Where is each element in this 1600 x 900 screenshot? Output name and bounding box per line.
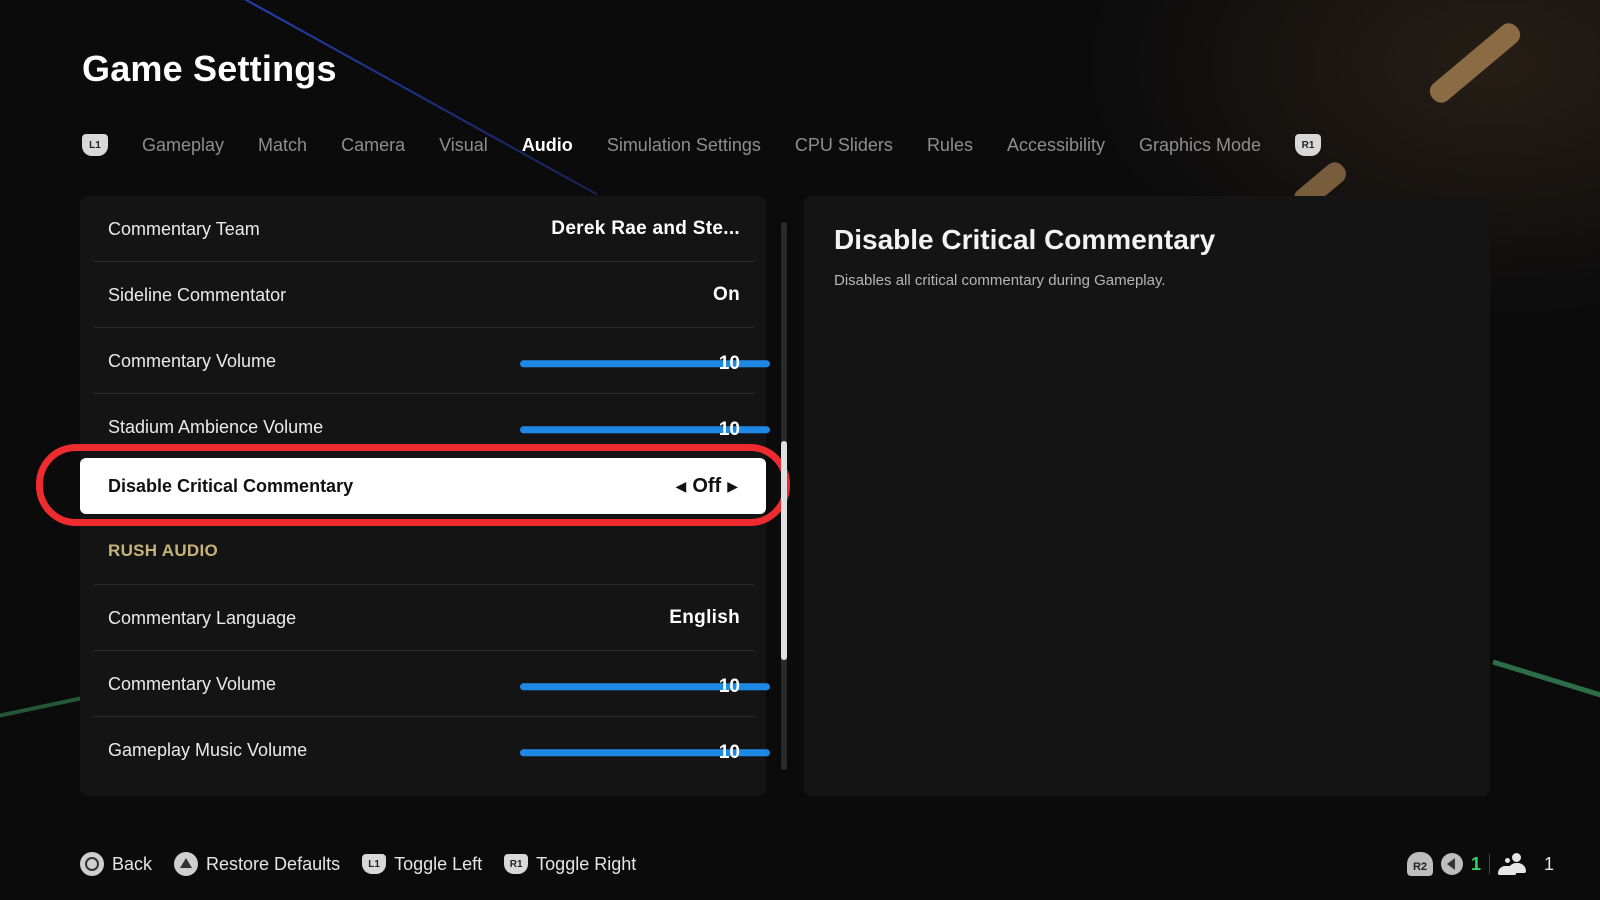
button-hints: Back Restore Defaults L1 Toggle Left R1 … <box>80 852 658 876</box>
slider-value: 10 <box>718 353 740 374</box>
setting-label: Commentary Volume <box>108 350 277 371</box>
setting-row-commentary-volume[interactable]: Commentary Volume 10 <box>94 328 770 394</box>
setting-row-commentary-language[interactable]: Commentary Language English <box>94 585 754 651</box>
voice-count: 1 <box>1470 853 1481 874</box>
settings-tabs: L1 Gameplay Match Camera Visual Audio Si… <box>82 130 1322 160</box>
setting-value: Derek Rae and Ste... <box>551 218 740 239</box>
description-text: Disables all critical commentary during … <box>834 272 1166 289</box>
tab-match[interactable]: Match <box>258 135 307 156</box>
tab-cpu-sliders[interactable]: CPU Sliders <box>795 135 893 156</box>
setting-label: Commentary Volume <box>108 673 277 694</box>
setting-row-stadium-ambience-volume[interactable]: Stadium Ambience Volume 10 <box>94 394 770 460</box>
setting-row-rush-commentary-volume[interactable]: Commentary Volume 10 <box>94 651 770 717</box>
hint-label: Toggle Right <box>536 853 637 874</box>
status-divider <box>1488 854 1490 874</box>
slider-value: 10 <box>718 419 740 440</box>
green-light-streak <box>1492 659 1600 706</box>
toggle-left-hint[interactable]: L1 Toggle Left <box>362 854 482 875</box>
arrow-left-icon[interactable]: ◀ <box>676 478 687 495</box>
hint-label: Restore Defaults <box>206 853 341 874</box>
setting-label: Stadium Ambience Volume <box>108 416 324 437</box>
hint-label: Toggle Left <box>394 853 483 874</box>
triangle-button-icon <box>174 852 199 876</box>
setting-row-commentary-team[interactable]: Commentary Team Derek Rae and Ste... <box>94 196 754 262</box>
setting-label: Gameplay Music Volume <box>108 739 308 760</box>
party-count: 1 <box>1543 853 1554 874</box>
back-hint[interactable]: Back <box>80 852 152 876</box>
setting-value: On <box>713 284 740 305</box>
description-title: Disable Critical Commentary <box>834 224 1216 255</box>
selector-value: Off <box>692 474 722 497</box>
setting-value: English <box>669 607 740 628</box>
tab-simulation-settings[interactable]: Simulation Settings <box>607 135 761 156</box>
setting-label: Commentary Language <box>108 607 297 628</box>
tab-graphics-mode[interactable]: Graphics Mode <box>1139 135 1261 156</box>
tab-camera[interactable]: Camera <box>341 135 405 156</box>
l1-bumper-icon[interactable]: L1 <box>82 134 108 156</box>
l1-button-icon: L1 <box>362 854 387 874</box>
setting-label: Commentary Team <box>108 218 260 239</box>
speaker-icon <box>1440 853 1463 875</box>
tab-visual[interactable]: Visual <box>439 135 488 156</box>
setting-label: Sideline Commentator <box>108 284 287 305</box>
circle-button-icon <box>80 852 104 876</box>
list-scrollbar[interactable] <box>781 222 787 770</box>
description-panel: Disable Critical Commentary Disables all… <box>804 196 1490 796</box>
restore-defaults-hint[interactable]: Restore Defaults <box>174 852 340 876</box>
setting-row-disable-critical-commentary[interactable]: Disable Critical Commentary ◀ Off ▶ <box>36 444 790 526</box>
r2-button-icon: R2 <box>1406 852 1433 876</box>
toggle-right-hint[interactable]: R1 Toggle Right <box>504 854 636 875</box>
setting-row-gameplay-music-volume[interactable]: Gameplay Music Volume 10 <box>94 717 770 783</box>
scrollbar-thumb[interactable] <box>781 441 787 661</box>
page-title: Game Settings <box>82 48 337 89</box>
settings-list: Commentary Team Derek Rae and Ste... Sid… <box>36 196 790 796</box>
slider-value: 10 <box>718 742 740 763</box>
tab-gameplay[interactable]: Gameplay <box>142 135 224 156</box>
slider-value: 10 <box>718 676 740 697</box>
section-header-rush-audio: RUSH AUDIO <box>108 541 219 560</box>
option-selector[interactable]: ◀ Off ▶ <box>676 475 738 498</box>
setting-label: Disable Critical Commentary <box>108 475 354 496</box>
setting-row-sideline-commentator[interactable]: Sideline Commentator On <box>94 262 754 328</box>
party-icon <box>1497 853 1526 875</box>
status-bar: R2 1 1 <box>1406 852 1554 876</box>
r1-bumper-icon[interactable]: R1 <box>1295 134 1322 156</box>
arrow-right-icon[interactable]: ▶ <box>727 478 738 495</box>
tab-audio[interactable]: Audio <box>522 135 573 156</box>
r1-button-icon: R1 <box>504 854 529 874</box>
blue-light-streak <box>229 0 598 196</box>
hint-label: Back <box>112 853 153 874</box>
tab-rules[interactable]: Rules <box>927 135 973 156</box>
tab-accessibility[interactable]: Accessibility <box>1007 135 1105 156</box>
